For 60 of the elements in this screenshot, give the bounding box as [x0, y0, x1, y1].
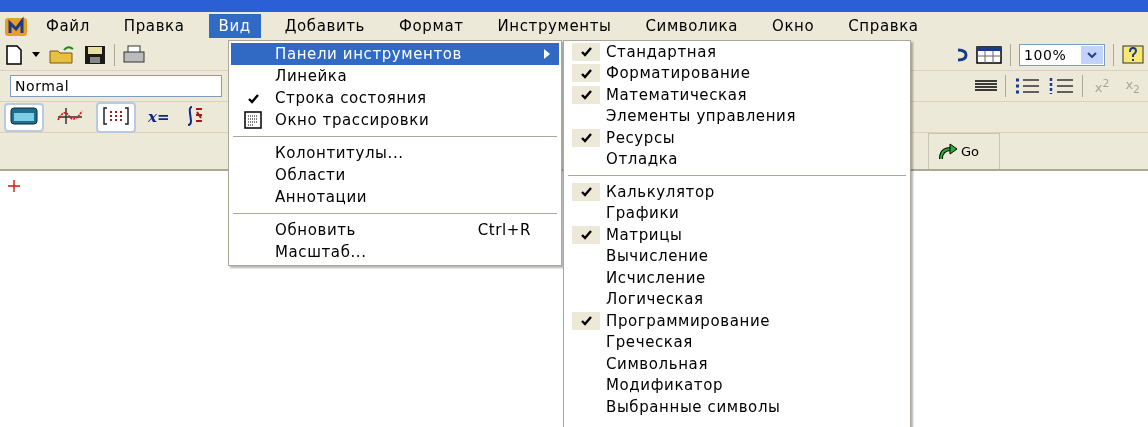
- menu-item[interactable]: Окно трассировки: [231, 109, 559, 131]
- align-justify-icon[interactable]: [974, 79, 997, 93]
- menu-item[interactable]: Греческая: [566, 331, 908, 353]
- chevron-down-icon: [1087, 52, 1097, 58]
- numbered-list-icon[interactable]: [1047, 78, 1074, 94]
- matrix-icon: [102, 105, 130, 126]
- menu-item[interactable]: Строка состояния: [231, 87, 559, 109]
- menu-item[interactable]: Панели инструментов: [231, 43, 559, 65]
- menu-bar-item[interactable]: Файл: [36, 14, 100, 38]
- menu-bar-item[interactable]: Окно: [762, 14, 825, 38]
- style-field[interactable]: Normal: [10, 75, 222, 97]
- help-icon[interactable]: [1122, 45, 1144, 65]
- go-button[interactable]: Go: [927, 133, 1000, 169]
- menu-item[interactable]: Обновить Ctrl+R: [231, 219, 559, 241]
- menu-item[interactable]: Исчисление: [566, 267, 908, 289]
- menu-item[interactable]: Символьная: [566, 353, 908, 375]
- menu-item[interactable]: Модификатор: [566, 374, 908, 396]
- app-icon: [4, 15, 30, 37]
- graph-icon: [56, 105, 84, 126]
- menu-item[interactable]: Масштаб...: [231, 241, 559, 263]
- crosshair-icon: [8, 180, 20, 192]
- math-toolbar-button[interactable]: [4, 102, 44, 132]
- table-icon[interactable]: [976, 46, 1002, 64]
- menu-item[interactable]: Аннотации: [231, 186, 559, 208]
- menu-item[interactable]: Стандартная: [566, 41, 908, 63]
- caret-icon[interactable]: [32, 52, 40, 58]
- menu-bar-item[interactable]: Добавить: [274, 14, 376, 38]
- new-document-icon[interactable]: [4, 44, 24, 66]
- menu-item[interactable]: Отладка: [566, 148, 908, 170]
- menu-item[interactable]: Калькулятор: [566, 181, 908, 203]
- menu-item[interactable]: Области: [231, 164, 559, 186]
- menu-item[interactable]: Вычисление: [566, 245, 908, 267]
- evaluation-button[interactable]: x=: [144, 106, 174, 128]
- menu-item[interactable]: Колонтитулы...: [231, 142, 559, 164]
- printer-icon[interactable]: [123, 45, 145, 65]
- menu-item[interactable]: Форматирование: [566, 62, 908, 84]
- menu-item[interactable]: Графики: [566, 202, 908, 224]
- menu-bar-item[interactable]: Символика: [635, 14, 749, 38]
- menu-bar-item[interactable]: Справка: [838, 14, 929, 38]
- integral-icon: [185, 104, 204, 127]
- curved-arrow-icon: [936, 142, 959, 161]
- menu-item[interactable]: Математическая: [566, 84, 908, 106]
- menu-item[interactable]: Элементы управления: [566, 105, 908, 127]
- submenu-arrow-icon: [543, 49, 551, 59]
- zoom-field[interactable]: 100%: [1019, 44, 1105, 66]
- document-icon: [244, 111, 262, 129]
- menu-item[interactable]: Выбранные символы: [566, 396, 908, 418]
- menu-bar-item[interactable]: Формат: [389, 14, 474, 38]
- menu-item[interactable]: Ресурсы: [566, 127, 908, 149]
- folder-icon[interactable]: [48, 45, 76, 65]
- menu-item[interactable]: Линейка: [231, 65, 559, 87]
- math-toolbar-button[interactable]: [96, 101, 136, 133]
- menu-item[interactable]: Программирование: [566, 310, 908, 332]
- menu-bar-item[interactable]: Правка: [113, 14, 195, 38]
- save-icon[interactable]: [84, 45, 106, 65]
- menu-bar-item[interactable]: Инструменты: [487, 14, 622, 38]
- menu-item[interactable]: Матрицы: [566, 224, 908, 246]
- menu-bar-item[interactable]: Вид: [208, 14, 261, 38]
- menu-item[interactable]: Логическая: [566, 288, 908, 310]
- bullet-list-icon[interactable]: [1013, 78, 1040, 94]
